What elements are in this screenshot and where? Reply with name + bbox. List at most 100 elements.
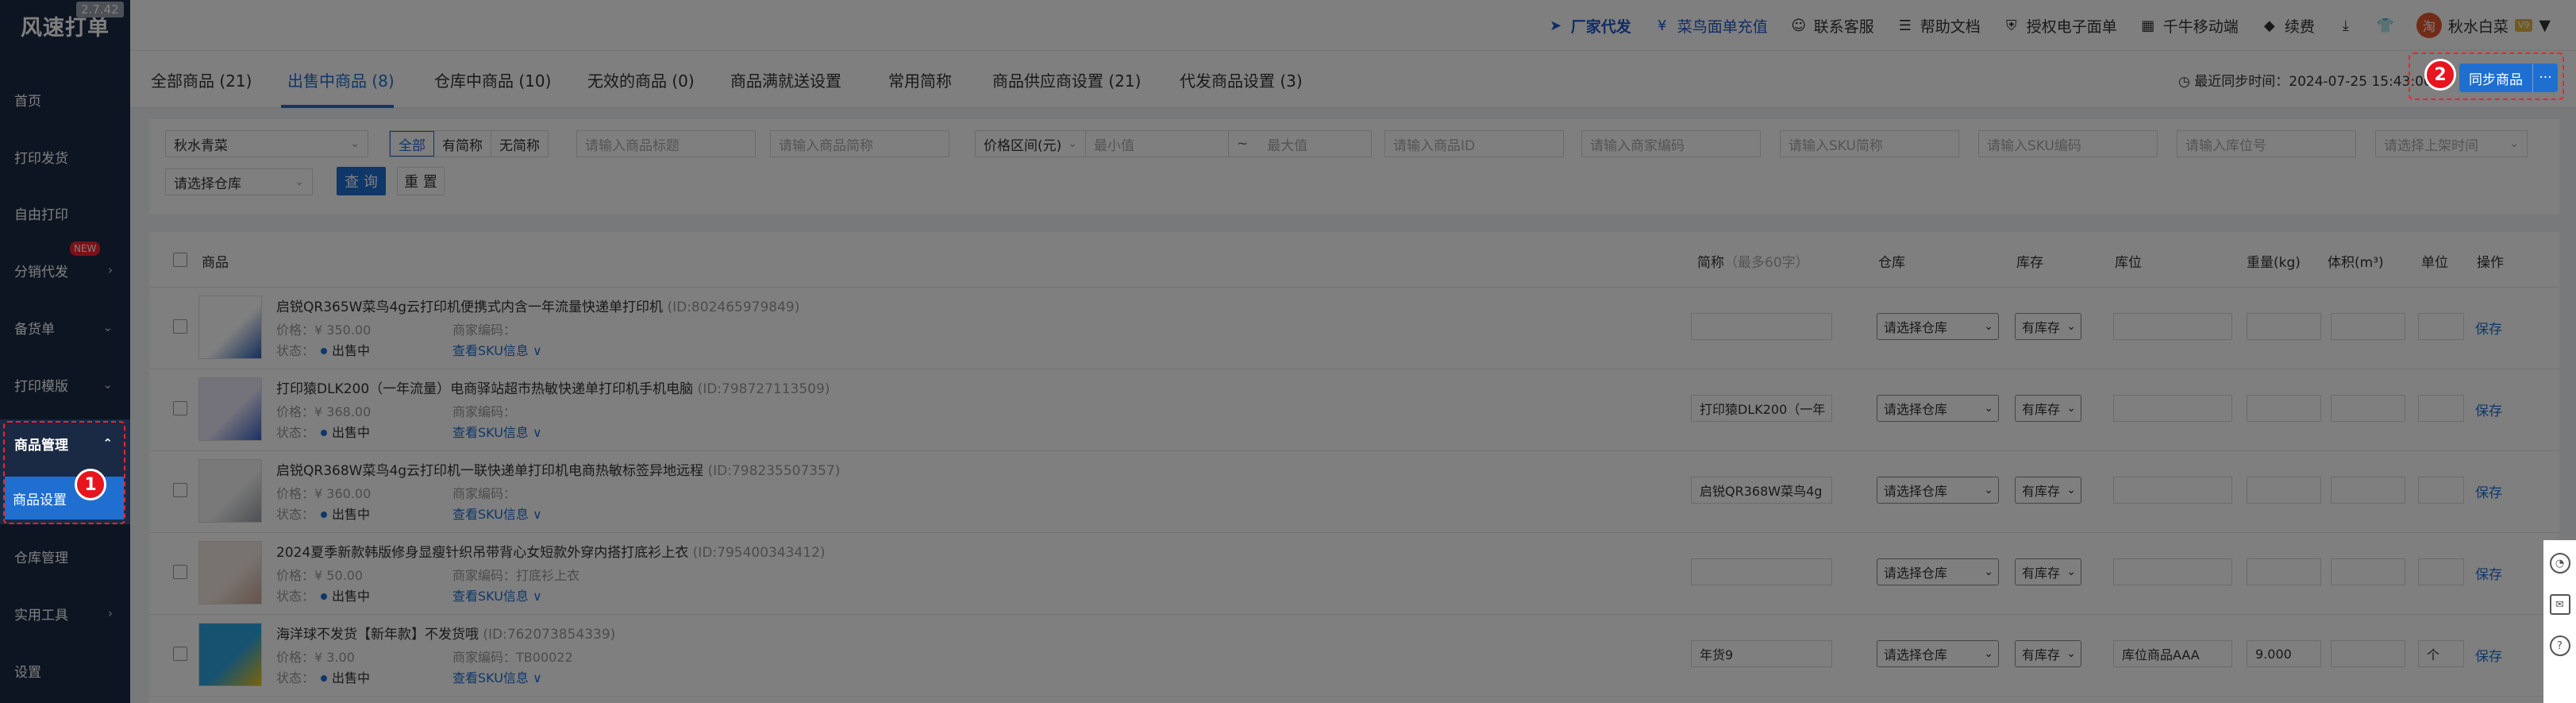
location-field[interactable] — [2113, 477, 2232, 504]
topbar-item-support[interactable]: ☺ 联系客服 — [1790, 15, 1873, 37]
sidebar-item-stock-list[interactable]: 备货单 ⌄ — [0, 303, 130, 351]
row-warehouse-select[interactable]: 请选择仓库 ⌄ — [1877, 395, 1999, 422]
filter-all[interactable]: 全部 — [390, 131, 434, 156]
query-button[interactable]: 查 询 — [337, 167, 386, 195]
sidebar-item-home[interactable]: 首页 — [0, 75, 130, 123]
unit-field[interactable] — [2418, 477, 2464, 504]
help-icon[interactable]: ? — [2549, 635, 2570, 656]
unit-field[interactable]: 个 — [2418, 640, 2464, 667]
product-thumbnail[interactable] — [198, 377, 262, 441]
download-button[interactable]: ⤓ — [2337, 17, 2355, 34]
topbar-item-factory[interactable]: ➤ 厂家代发 — [1547, 15, 1631, 37]
short-name-field[interactable] — [1691, 558, 1832, 585]
filter-has-short[interactable]: 有简称 — [434, 131, 491, 156]
product-thumbnail[interactable] — [198, 623, 262, 686]
weight-field[interactable]: 9.000 — [2247, 640, 2321, 667]
sidebar-item-print-template[interactable]: 打印模版 ⌄ — [0, 361, 130, 408]
tab-invalid[interactable]: 无效的商品 (0) — [587, 68, 695, 91]
weight-field[interactable] — [2247, 558, 2321, 585]
save-button[interactable]: 保存 — [2475, 400, 2502, 419]
volume-field[interactable] — [2331, 395, 2405, 422]
topbar-item-recharge[interactable]: ¥ 菜鸟面单充值 — [1654, 15, 1768, 37]
volume-field[interactable] — [2331, 313, 2405, 340]
topbar-item-mobile[interactable]: ▦ 千牛移动端 — [2139, 15, 2239, 37]
row-stock-select[interactable]: 有库存 ⌄ — [2015, 477, 2081, 504]
short-name-input[interactable]: 请输入商品简称 — [770, 130, 949, 157]
product-title[interactable]: 打印猿DLK200（一年流量）电商驿站超市热敏快递单打印机手机电脑 (ID:79… — [276, 377, 830, 397]
row-stock-select[interactable]: 有库存 ⌄ — [2015, 395, 2081, 422]
volume-field[interactable] — [2331, 640, 2405, 667]
tab-all[interactable]: 全部商品 (21) — [151, 68, 252, 91]
select-all-checkbox[interactable] — [173, 253, 187, 267]
tab-gift-settings[interactable]: 商品满就送设置 — [730, 68, 841, 91]
mail-icon[interactable]: ✉ — [2549, 594, 2570, 615]
price-min-input[interactable]: 最小值 — [1086, 130, 1229, 157]
sku-code-input[interactable]: 请输入SKU编码 — [1978, 130, 2158, 157]
save-button[interactable]: 保存 — [2475, 481, 2502, 501]
volume-field[interactable] — [2331, 558, 2405, 585]
sku-short-input[interactable]: 请输入SKU简称 — [1780, 130, 1959, 157]
save-button[interactable]: 保存 — [2475, 563, 2502, 583]
price-max-input[interactable]: ~ 最大值 — [1229, 130, 1372, 157]
weight-field[interactable] — [2247, 477, 2321, 504]
row-checkbox[interactable] — [173, 647, 187, 661]
topbar-item-auth[interactable]: ⛨ 授权电子面单 — [2003, 15, 2117, 37]
price-range-select[interactable]: 价格区间(元) ⌄ — [975, 130, 1086, 157]
save-button[interactable]: 保存 — [2475, 645, 2502, 665]
reset-button[interactable]: 重 置 — [397, 167, 445, 195]
unit-field[interactable] — [2418, 313, 2464, 340]
tab-supplier-settings[interactable]: 商品供应商设置 (21) — [992, 68, 1141, 91]
row-warehouse-select[interactable]: 请选择仓库 ⌄ — [1877, 313, 1999, 340]
row-checkbox[interactable] — [173, 565, 187, 579]
volume-field[interactable] — [2331, 477, 2405, 504]
product-title[interactable]: 启锐QR368W菜鸟4g云打印机一联快递单打印机电商热敏标签异地远程 (ID:7… — [276, 459, 840, 479]
shirt-button[interactable]: 👕 — [2377, 17, 2394, 34]
product-thumbnail[interactable] — [198, 459, 262, 523]
user-menu[interactable]: 淘 秋水白菜 V9 ▼ — [2416, 13, 2551, 38]
sync-more-button[interactable]: ··· — [2532, 64, 2558, 92]
unit-field[interactable] — [2418, 558, 2464, 585]
location-field[interactable]: 库位商品AAA — [2113, 640, 2232, 667]
short-name-field[interactable]: 年货9 — [1691, 640, 1832, 667]
warehouse-select[interactable]: 请选择仓库 ⌄ — [165, 168, 313, 195]
product-title[interactable]: 启锐QR365W菜鸟4g云打印机便携式内含一年流量快递单打印机 (ID:8024… — [276, 295, 799, 315]
weight-field[interactable] — [2247, 313, 2321, 340]
location-field[interactable] — [2113, 313, 2232, 340]
tab-dropship-settings[interactable]: 代发商品设置 (3) — [1180, 68, 1303, 91]
sidebar-item-settings[interactable]: 设置 — [0, 647, 130, 694]
row-warehouse-select[interactable]: 请选择仓库 ⌄ — [1877, 477, 1999, 504]
row-checkbox[interactable] — [173, 483, 187, 497]
shop-select[interactable]: 秋水青菜 ⌄ — [165, 130, 368, 157]
tag-icon[interactable]: ◔ — [2549, 553, 2570, 574]
row-stock-select[interactable]: 有库存 ⌄ — [2015, 558, 2081, 585]
sidebar-item-tools[interactable]: 实用工具 › — [0, 589, 130, 637]
sidebar-item-print-ship[interactable]: 打印发货 — [0, 133, 130, 180]
unit-field[interactable] — [2418, 395, 2464, 422]
view-sku-link[interactable]: 查看SKU信息 ∨ — [452, 667, 542, 686]
tab-short-names[interactable]: 常用简称 — [888, 68, 952, 91]
view-sku-link[interactable]: 查看SKU信息 ∨ — [452, 422, 542, 441]
product-id-input[interactable]: 请输入商品ID — [1384, 130, 1564, 157]
product-thumbnail[interactable] — [198, 295, 262, 359]
sidebar-item-warehouse-mgmt[interactable]: 仓库管理 — [0, 532, 130, 580]
weight-field[interactable] — [2247, 395, 2321, 422]
location-field[interactable] — [2113, 395, 2232, 422]
row-stock-select[interactable]: 有库存 ⌄ — [2015, 640, 2081, 667]
topbar-item-renew[interactable]: ◆ 续费 — [2261, 15, 2315, 37]
merchant-code-input[interactable]: 请输入商家编码 — [1581, 130, 1761, 157]
title-input[interactable]: 请输入商品标题 — [576, 130, 756, 157]
location-input[interactable]: 请输入库位号 — [2177, 130, 2356, 157]
tab-on-sale[interactable]: 出售中商品 (8) — [287, 68, 395, 91]
view-sku-link[interactable]: 查看SKU信息 ∨ — [452, 340, 542, 359]
row-stock-select[interactable]: 有库存 ⌄ — [2015, 313, 2081, 340]
tab-in-warehouse[interactable]: 仓库中商品 (10) — [434, 68, 551, 91]
product-title[interactable]: 海洋球不发货【新年款】不发货哦 (ID:762073854339) — [276, 623, 615, 643]
short-name-field[interactable]: 打印猿DLK200（一年 — [1691, 395, 1832, 422]
save-button[interactable]: 保存 — [2475, 318, 2502, 338]
view-sku-link[interactable]: 查看SKU信息 ∨ — [452, 504, 542, 523]
product-title[interactable]: 2024夏季新款韩版修身显瘦针织吊带背心女短款外穿内搭打底衫上衣 (ID:795… — [276, 541, 826, 561]
sidebar-item-free-print[interactable]: 自由打印 — [0, 189, 130, 237]
product-thumbnail[interactable] — [198, 541, 262, 605]
short-name-field[interactable] — [1691, 313, 1832, 340]
row-checkbox[interactable] — [173, 401, 187, 415]
